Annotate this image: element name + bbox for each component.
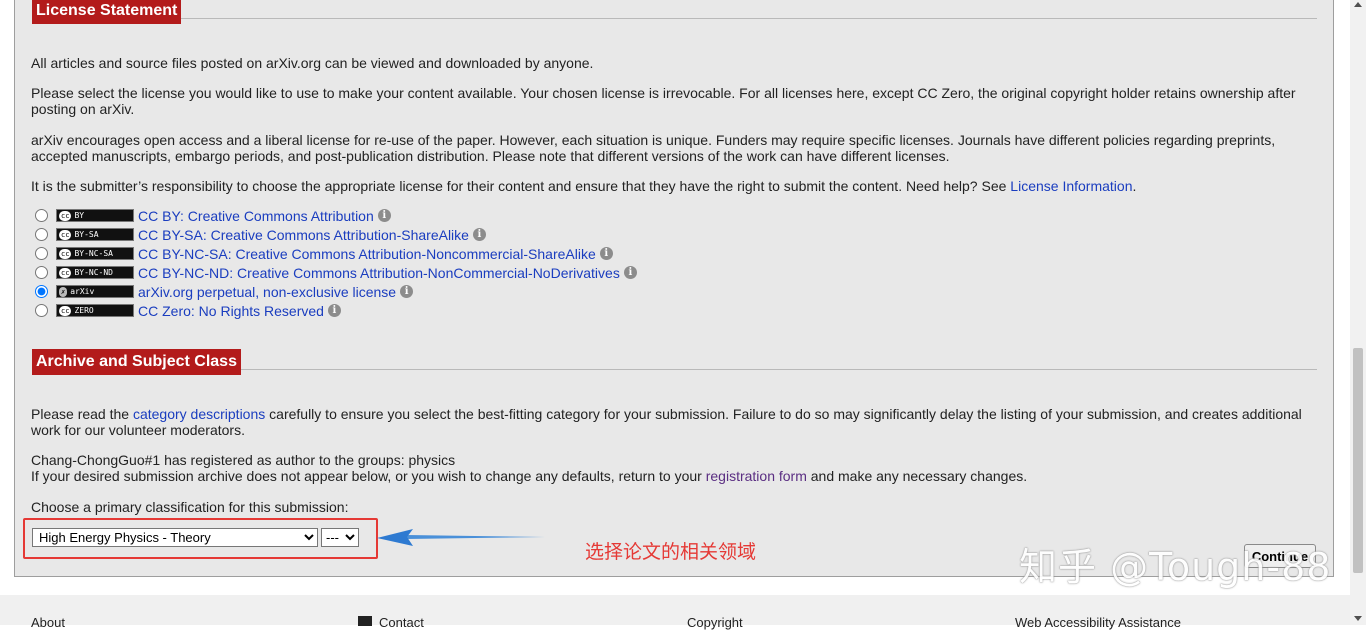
license-radio[interactable]	[35, 209, 48, 222]
category-instructions-text: Please read the category descriptions ca…	[31, 406, 1319, 438]
registered-groups-line: Chang-ChongGuo#1 has registered as autho…	[31, 452, 456, 468]
scroll-up-arrow-icon[interactable]	[1354, 2, 1362, 7]
footer-contact-link[interactable]: Contact	[379, 615, 424, 630]
license-section-title: License Statement	[32, 0, 182, 24]
registration-hint-prefix: If your desired submission archive does …	[31, 468, 706, 484]
cc-by-badge-icon: cc BY	[56, 209, 134, 222]
zhihu-watermark: 知乎 @Tough-88	[1019, 545, 1332, 589]
info-icon[interactable]: i	[623, 266, 637, 279]
license-option-arxiv[interactable]: ✗ arXiv arXiv.org perpetual, non-exclusiv…	[35, 282, 414, 301]
info-icon[interactable]: i	[599, 247, 613, 260]
license-radio[interactable]	[35, 247, 48, 260]
license-select-text: Please select the license you would like…	[31, 85, 1296, 117]
page-footer: About Contact Copyright Web Accessibilit…	[0, 595, 1350, 630]
category-descriptions-link[interactable]: category descriptions	[133, 406, 265, 422]
cc-by-sa-badge-icon: cc BY-SA	[56, 228, 134, 241]
license-section-header: License Statement	[32, 0, 1317, 24]
footer-about-link[interactable]: About	[31, 615, 65, 630]
license-option-label[interactable]: CC BY-NC-ND: Creative Commons Attributio…	[138, 265, 620, 281]
license-option-label[interactable]: CC BY: Creative Commons Attribution	[138, 208, 374, 224]
license-radio[interactable]	[35, 266, 48, 279]
license-radio[interactable]	[35, 304, 48, 317]
license-help-prefix: It is the submitter’s responsibility to …	[31, 178, 1011, 194]
license-option-label[interactable]: CC BY-SA: Creative Commons Attribution-S…	[138, 227, 469, 243]
cc-zero-badge-icon: cc ZERO	[56, 304, 134, 317]
license-open-access-text: arXiv encourages open access and a liber…	[31, 132, 1276, 164]
registered-groups-text: Chang-ChongGuo#1 has registered as autho…	[31, 452, 1319, 484]
license-option-cc-by[interactable]: cc BY CC BY: Creative Commons Attribution…	[35, 206, 391, 225]
info-icon[interactable]: i	[472, 228, 486, 241]
footer-accessibility-link[interactable]: Web Accessibility Assistance	[1015, 615, 1181, 630]
cc-by-nc-nd-badge-icon: cc BY-NC-ND	[56, 266, 134, 279]
license-intro-text: All articles and source files posted on …	[31, 55, 594, 71]
annotation-text: 选择论文的相关领域	[585, 541, 757, 563]
license-help-suffix: .	[1132, 178, 1137, 194]
annotation-arrow-icon	[377, 529, 545, 546]
registration-form-link[interactable]: registration form	[706, 468, 807, 484]
submission-form-panel: License Statement All articles and sourc…	[14, 0, 1334, 589]
scroll-down-arrow-icon[interactable]	[1354, 616, 1362, 621]
primary-classification-select[interactable]: High Energy Physics - Theory	[32, 528, 318, 547]
license-help-text: It is the submitter’s responsibility to …	[31, 178, 1319, 194]
vertical-scrollbar[interactable]	[1350, 0, 1366, 625]
license-option-label[interactable]: arXiv.org perpetual, non-exclusive licen…	[138, 284, 396, 300]
license-option-cc-by-nc-nd[interactable]: cc BY-NC-ND CC BY-NC-ND: Creative Commons…	[35, 263, 637, 282]
license-option-cc-by-nc-sa[interactable]: cc BY-NC-SA CC BY-NC-SA: Creative Commons…	[35, 244, 613, 263]
info-icon[interactable]: i	[327, 304, 341, 317]
secondary-classification-select[interactable]: ---	[321, 528, 359, 547]
archive-section-header: Archive and Subject Class	[32, 349, 1317, 375]
license-option-cc-zero[interactable]: cc ZERO CC Zero: No Rights Reserved i	[35, 301, 341, 320]
footer-copyright-link[interactable]: Copyright	[687, 615, 743, 630]
license-option-cc-by-sa[interactable]: cc BY-SA CC BY-SA: Creative Commons Attri…	[35, 225, 486, 244]
license-radio[interactable]	[35, 285, 48, 298]
arxiv-license-badge-icon: ✗ arXiv	[56, 285, 134, 298]
license-information-link[interactable]: License Information	[1010, 178, 1132, 194]
license-option-label[interactable]: CC Zero: No Rights Reserved	[138, 303, 324, 319]
scrollbar-thumb[interactable]	[1353, 348, 1363, 573]
info-icon[interactable]: i	[377, 209, 391, 222]
choose-classification-label: Choose a primary classification for this…	[31, 499, 349, 515]
archive-section-title: Archive and Subject Class	[32, 349, 241, 375]
info-icon[interactable]: i	[400, 285, 414, 298]
registration-hint-suffix: and make any necessary changes.	[806, 468, 1028, 484]
category-instructions-prefix: Please read the	[31, 406, 133, 422]
cc-by-nc-sa-badge-icon: cc BY-NC-SA	[56, 247, 134, 260]
license-radio[interactable]	[35, 228, 48, 241]
section-divider	[32, 18, 1317, 19]
license-option-label[interactable]: CC BY-NC-SA: Creative Commons Attributio…	[138, 246, 596, 262]
